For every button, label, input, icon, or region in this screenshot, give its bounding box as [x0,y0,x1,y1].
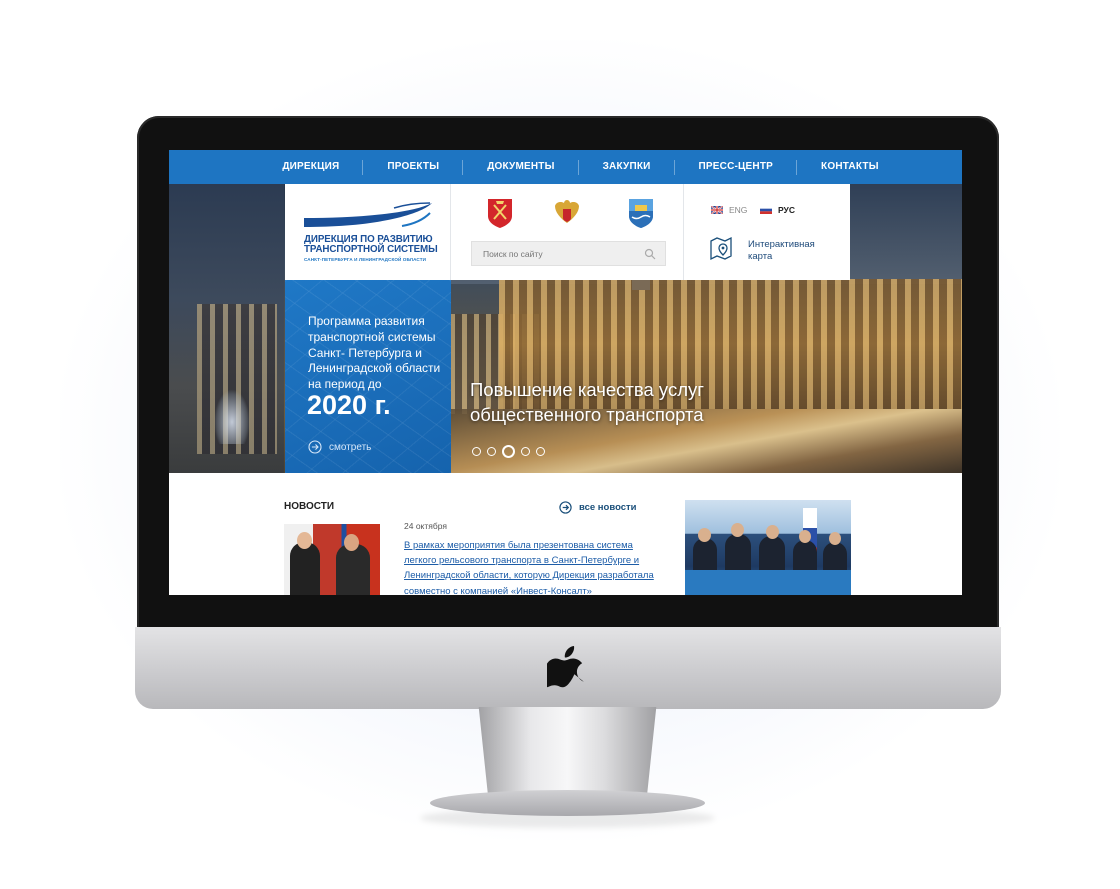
photo-person-head [698,528,711,542]
slider-dots [472,445,551,458]
news-section: НОВОСТИ все новости 24 октября В рамках … [169,473,962,595]
lang-eng-label: ENG [729,205,748,215]
photo-person-head [731,523,744,537]
logo-road-icon [304,202,432,227]
news-photo-meeting[interactable] [685,500,851,595]
search-icon[interactable] [644,248,656,260]
uk-flag-icon [711,206,723,214]
logo-line-3: САНКТ-ПЕТЕРБУРГА И ЛЕНИНГРАДСКОЙ ОБЛАСТИ [304,256,427,262]
slider-dot[interactable] [472,447,481,456]
search-box [471,241,666,266]
photo-person-head [829,532,841,545]
photo-person [290,542,320,595]
spb-emblem-icon[interactable] [486,197,514,229]
map-label-line-2: карта [748,250,773,262]
slide-title: Повышение качества услуг общественного т… [470,378,800,427]
hero-left-photo [169,184,284,473]
logo-text: ДИРЕКЦИЯ ПО РАЗВИТИЮ ТРАНСПОРТНОЙ СИСТЕМ… [304,234,444,262]
nav-item-projects[interactable]: ПРОЕКТЫ [363,150,464,184]
apple-logo-icon [547,646,584,688]
logo-line-2: ТРАНСПОРТНОЙ СИСТЕМЫ [304,244,438,256]
photo-person-head [799,530,811,543]
slide-title-line-2: общественного транспорта [470,403,704,425]
search-input[interactable] [472,248,642,259]
photo-table [685,570,851,595]
nav-item-procurement[interactable]: ЗАКУПКИ [579,150,675,184]
lenoblast-emblem-icon[interactable] [627,197,655,229]
emblems-search-panel [451,184,684,280]
lang-rus[interactable]: РУС [760,205,795,215]
nav-item-directorate[interactable]: ДИРЕКЦИЯ [258,150,364,184]
slider-dot-active[interactable] [502,445,515,458]
photo-person-head [297,532,312,549]
all-news-label: все новости [579,502,637,513]
news-article-link[interactable]: В рамках мероприятия была презентована с… [404,538,666,595]
website-screen: ДИРЕКЦИЯ ПРОЕКТЫ ДОКУМЕНТЫ ЗАКУПКИ ПРЕСС… [169,150,962,595]
fountain [214,389,250,444]
lang-eng[interactable]: ENG [711,205,747,215]
russia-flag-icon [760,206,772,214]
news-photo[interactable] [284,524,380,595]
map-label-line-1: Интерактивная [748,239,815,250]
monitor-stand-neck [478,707,657,795]
nav-item-press-center[interactable]: ПРЕСС-ЦЕНТР [675,150,798,184]
news-heading: НОВОСТИ [284,501,335,512]
slider-dot[interactable] [487,447,496,456]
news-date: 24 октября [404,521,447,531]
interactive-map-link[interactable]: Интерактивная карта [748,239,838,263]
program-view-label: смотреть [329,441,372,453]
all-news-link[interactable]: все новости [559,501,637,514]
slider-dot[interactable] [536,447,545,456]
nav-item-documents[interactable]: ДОКУМЕНТЫ [463,150,580,184]
program-promo-box: Программа развития транспортной системы … [285,280,451,473]
photo-person-head [766,525,779,539]
monitor-stand-foot [430,790,705,816]
lang-rus-label: РУС [778,205,795,215]
language-map-panel: ENG РУС Интерактивная карта [684,184,850,280]
map-pin-icon[interactable] [709,235,733,262]
photo-person [336,544,370,595]
program-text: Программа развития транспортной системы … [308,314,441,392]
top-navigation: ДИРЕКЦИЯ ПРОЕКТЫ ДОКУМЕНТЫ ЗАКУПКИ ПРЕСС… [169,150,962,184]
program-year: 2020 г. [307,390,391,420]
program-view-link[interactable]: смотреть [308,440,371,454]
circle-arrow-right-icon [559,501,572,514]
slider-dot[interactable] [521,447,530,456]
circle-arrow-right-icon [308,440,322,454]
photo-person-head [344,534,359,551]
nav-item-contacts[interactable]: КОНТАКТЫ [797,150,903,184]
site-logo[interactable]: ДИРЕКЦИЯ ПО РАЗВИТИЮ ТРАНСПОРТНОЙ СИСТЕМ… [285,184,451,280]
russia-emblem-icon[interactable] [553,197,581,229]
slide-title-line-1: Повышение качества услуг [470,379,704,400]
